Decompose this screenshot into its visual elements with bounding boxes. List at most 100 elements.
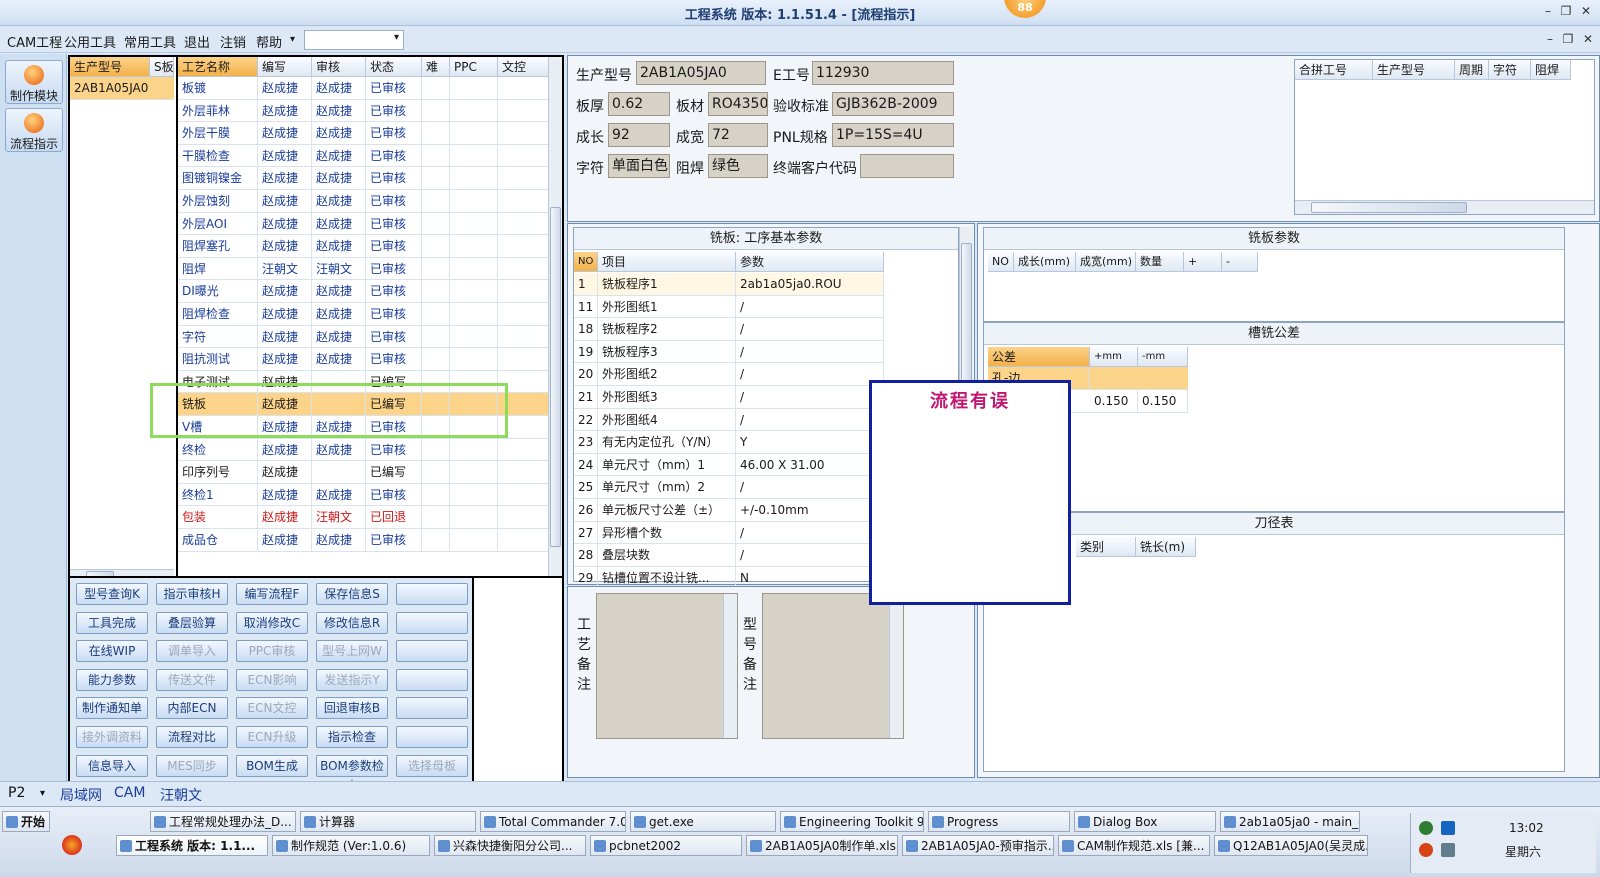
combine-header-0[interactable]: 合拼工号	[1295, 60, 1373, 80]
action-button[interactable]: 取消修改C	[236, 611, 308, 634]
action-button[interactable]: 发送指示Y	[316, 668, 388, 691]
action-button[interactable]: 在线WIP	[76, 640, 148, 663]
status-p2-dropdown-icon[interactable]: ▾	[40, 788, 45, 799]
process-header-3[interactable]: 状态	[366, 57, 422, 77]
action-button-blank[interactable]	[396, 583, 468, 605]
action-button-blank[interactable]	[396, 611, 468, 634]
tool-header-category[interactable]: 类别	[1076, 537, 1136, 557]
action-button[interactable]: 型号上网W	[316, 640, 388, 663]
taskbar-item[interactable]: Engineering Toolkit 9.0...	[780, 811, 924, 832]
action-button[interactable]: 修改信息R	[316, 611, 388, 634]
quicklaunch-icon[interactable]	[62, 835, 82, 855]
tray-app-icon[interactable]	[1441, 821, 1455, 835]
routing-row[interactable]: 25 单元尺寸（mm）2/	[574, 476, 884, 499]
routing-row[interactable]: 27 异形槽个数 /	[574, 521, 884, 545]
process-vscrollbar[interactable]	[548, 57, 562, 583]
taskbar-item[interactable]: Q12AB1A05JA0(吴灵成...	[1214, 835, 1368, 856]
action-button[interactable]: 传送文件	[156, 668, 228, 691]
process-row[interactable]: 外层AOI 赵成捷 赵成捷 已审核	[178, 212, 550, 236]
mill-header-3[interactable]: 数量	[1136, 252, 1184, 272]
menu-cam-project[interactable]: CAM工程	[7, 32, 62, 51]
process-row[interactable]: 板镀 赵成捷 赵成捷 已审核	[178, 77, 550, 100]
process-remarks-textarea[interactable]	[596, 593, 738, 739]
tray-volume-icon[interactable]	[1441, 843, 1455, 857]
routing-row[interactable]: 20 外形图纸2/	[574, 363, 884, 386]
combine-header-4[interactable]: 阻焊	[1531, 60, 1571, 80]
mill-header-5[interactable]: -	[1222, 252, 1258, 272]
combine-header-2[interactable]: 周期	[1455, 60, 1489, 80]
taskbar-item[interactable]: 2ab1a05ja0 - main_qa	[1220, 811, 1360, 832]
slot-header-tolerance[interactable]: 公差	[988, 347, 1090, 367]
mdi-restore-icon[interactable]: ❐	[1560, 32, 1576, 48]
taskbar-item[interactable]: pcbnet2002	[590, 835, 742, 856]
action-button[interactable]: 制作通知单	[76, 697, 148, 720]
combine-header-1[interactable]: 生产型号	[1373, 60, 1455, 80]
action-button[interactable]: 保存信息S	[316, 583, 388, 605]
action-button[interactable]: 叠层验算	[156, 611, 228, 634]
model-row[interactable]: 2AB1A05JA0	[70, 77, 174, 100]
process-row[interactable]: DI曝光 赵成捷 赵成捷 已审核	[178, 280, 550, 303]
taskbar-item[interactable]: Progress	[928, 811, 1070, 832]
standard-field[interactable]: GJB362B-2009	[832, 92, 954, 116]
tray-network-icon[interactable]	[1419, 821, 1433, 835]
taskbar-item[interactable]: Dialog Box	[1074, 811, 1216, 832]
status-p2[interactable]: P2	[8, 785, 25, 801]
nav-production-module[interactable]: 制作模块	[5, 60, 63, 104]
model-remarks-scrollbar[interactable]	[889, 594, 903, 738]
routing-row[interactable]: 24 单元尺寸（mm）1 46.00 X 31.00	[574, 453, 884, 477]
routing-row[interactable]: 26 单元板尺寸公差（±） +/-0.10mm	[574, 499, 884, 522]
routing-row[interactable]: 19 铣板程序3/	[574, 340, 884, 364]
process-row[interactable]: 图镀铜镍金 赵成捷 赵成捷 已审核	[178, 167, 550, 190]
taskbar-item[interactable]: get.exe	[630, 811, 776, 832]
action-button[interactable]: 信息导入	[76, 754, 148, 777]
taskbar-item[interactable]: 2AB1A05JA0-预审指示....	[902, 835, 1054, 856]
combine-header-3[interactable]: 字符	[1489, 60, 1531, 80]
process-row[interactable]: 包装 赵成捷 汪朝文 已回退	[178, 506, 550, 529]
action-button[interactable]: 流程对比	[156, 726, 228, 748]
status-cam[interactable]: CAM	[114, 785, 145, 801]
process-header-4[interactable]: 难	[422, 57, 450, 77]
action-button[interactable]: 调单导入	[156, 640, 228, 663]
minimize-icon[interactable]: –	[1540, 4, 1556, 20]
mask-field[interactable]: 绿色	[708, 154, 768, 178]
mill-header-0[interactable]: NO	[988, 252, 1014, 272]
action-button[interactable]: ECN影响	[236, 668, 308, 691]
action-button[interactable]: 型号查询K	[76, 583, 148, 605]
thickness-field[interactable]: 0.62	[608, 92, 670, 116]
process-header-5[interactable]: PPC	[450, 57, 498, 77]
mill-header-4[interactable]: +	[1184, 252, 1222, 272]
slot-header-minus[interactable]: -mm	[1138, 347, 1188, 367]
menu-logout[interactable]: 注销	[220, 32, 246, 51]
char-field[interactable]: 单面白色	[608, 154, 670, 178]
taskbar-item[interactable]: 制作规范 (Ver:1.0.6)	[272, 835, 430, 856]
process-row[interactable]: 外层菲林 赵成捷 赵成捷 已审核	[178, 99, 550, 123]
process-header-1[interactable]: 编写	[258, 57, 312, 77]
routing-row[interactable]: 11 外形图纸1/	[574, 295, 884, 319]
taskbar-item[interactable]: 工程常规处理办法_D...	[150, 811, 296, 832]
menu-help-dropdown-icon[interactable]: ▾	[290, 34, 295, 45]
mdi-minimize-icon[interactable]: –	[1542, 32, 1558, 48]
width-field[interactable]: 72	[708, 123, 768, 147]
process-row[interactable]: 阻抗测试 赵成捷 赵成捷 已审核	[178, 348, 550, 371]
mdi-close-icon[interactable]: ✕	[1580, 32, 1596, 48]
combine-hscrollbar[interactable]	[1295, 200, 1594, 214]
process-row[interactable]: 外层蚀刻 赵成捷 赵成捷 已审核	[178, 190, 550, 213]
action-button[interactable]: 接外调资料	[76, 726, 148, 748]
routing-header-1[interactable]: 项目	[598, 252, 736, 272]
routing-row[interactable]: 18 铣板程序2/	[574, 318, 884, 341]
menu-combo-box[interactable]	[304, 30, 404, 50]
routing-row[interactable]: 22 外形图纸4/	[574, 408, 884, 432]
status-lan[interactable]: 局域网	[60, 785, 102, 805]
process-row[interactable]: 字符 赵成捷 赵成捷 已审核	[178, 325, 550, 349]
material-field[interactable]: RO4350B	[708, 92, 768, 116]
process-header-2[interactable]: 审核	[312, 57, 366, 77]
process-header-0[interactable]: 工艺名称	[178, 57, 258, 77]
mill-header-1[interactable]: 成长(mm)	[1014, 252, 1076, 272]
menu-public-tools[interactable]: 公用工具	[64, 32, 116, 51]
action-button-blank[interactable]	[396, 668, 468, 691]
status-user[interactable]: 汪朝文	[160, 785, 202, 805]
taskbar-item[interactable]: 计算器	[300, 811, 476, 832]
action-button[interactable]: MES同步	[156, 754, 228, 777]
process-row[interactable]: 阻焊塞孔 赵成捷 赵成捷 已审核	[178, 235, 550, 258]
taskbar-item[interactable]: 兴森快捷衡阳分公司...	[434, 835, 586, 856]
